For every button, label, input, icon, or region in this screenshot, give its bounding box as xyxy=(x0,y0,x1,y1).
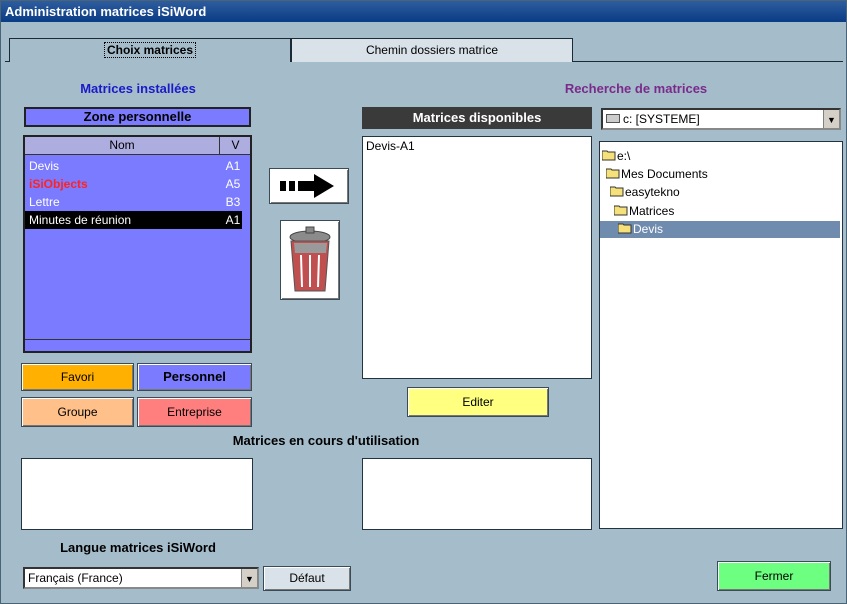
list-item[interactable]: Devis A1 xyxy=(25,157,250,175)
add-matrix-button[interactable] xyxy=(269,168,349,204)
list-item[interactable]: Lettre B3 xyxy=(25,193,250,211)
item-version: A1 xyxy=(225,159,241,173)
folder-open-icon xyxy=(618,223,632,234)
tree-label: Devis xyxy=(633,222,664,236)
app-window: Administration matrices iSiWord Choix ma… xyxy=(0,0,847,604)
tree-item[interactable]: Matrices xyxy=(614,203,674,220)
item-version: A5 xyxy=(225,177,241,191)
arrow-right-icon xyxy=(280,174,334,198)
zone-label: Zone personnelle xyxy=(24,107,251,127)
list-item[interactable]: iSiObjects A5 xyxy=(25,175,250,193)
personnel-button[interactable]: Personnel xyxy=(137,363,252,391)
editer-button[interactable]: Editer xyxy=(407,387,549,417)
search-heading: Recherche de matrices xyxy=(564,81,708,96)
default-button[interactable]: Défaut xyxy=(263,566,351,591)
favori-button[interactable]: Favori xyxy=(21,363,134,391)
language-heading: Langue matrices iSiWord xyxy=(60,540,216,555)
item-version: A1 xyxy=(225,213,241,227)
list-scrollbar[interactable] xyxy=(25,339,250,351)
drive-icon xyxy=(606,114,620,123)
tree-label: Matrices xyxy=(629,204,675,218)
tree-item[interactable]: e:\ xyxy=(602,148,630,165)
language-select[interactable]: Français (France) ▼ xyxy=(23,567,259,589)
tree-item[interactable]: Mes Documents xyxy=(606,166,708,183)
tree-label: e:\ xyxy=(617,149,631,163)
window-title: Administration matrices iSiWord xyxy=(1,1,846,22)
item-version: B3 xyxy=(225,195,241,209)
folder-open-icon xyxy=(602,150,616,161)
drive-value: c: [SYSTEME] xyxy=(623,112,700,126)
list-item-selected[interactable]: Minutes de réunion A1 xyxy=(25,211,242,229)
tree-item[interactable]: easytekno xyxy=(610,184,680,201)
item-name: iSiObjects xyxy=(29,177,88,191)
item-name: Minutes de réunion xyxy=(29,213,132,227)
entreprise-button[interactable]: Entreprise xyxy=(137,397,252,427)
in-use-list-right[interactable] xyxy=(362,458,592,530)
tab-choix-matrices[interactable]: Choix matrices xyxy=(9,38,291,62)
fermer-button[interactable]: Fermer xyxy=(717,561,831,591)
trash-icon xyxy=(289,226,331,292)
chevron-down-icon[interactable]: ▼ xyxy=(823,110,839,128)
folder-open-icon xyxy=(610,186,624,197)
in-use-list-left[interactable] xyxy=(21,458,253,530)
column-name[interactable]: Nom xyxy=(25,137,220,154)
installed-heading: Matrices installées xyxy=(80,81,196,96)
groupe-button[interactable]: Groupe xyxy=(21,397,134,427)
tree-label: Mes Documents xyxy=(621,167,708,181)
item-name: Devis xyxy=(29,159,60,173)
item-name: Lettre xyxy=(29,195,60,209)
folder-open-icon xyxy=(606,168,620,179)
available-list[interactable]: Devis-A1 xyxy=(362,136,592,379)
tree-item-selected[interactable]: Devis xyxy=(600,221,840,238)
folder-tree[interactable]: e:\ Mes Documents easytekno Matrices Dev… xyxy=(599,141,843,529)
installed-list[interactable]: Nom V Devis A1 iSiObjects A5 Lettre B3 M… xyxy=(23,135,252,353)
tab-choix-matrices-label: Choix matrices xyxy=(103,42,197,58)
list-header: Nom V xyxy=(25,137,250,155)
list-item[interactable]: Devis-A1 xyxy=(366,139,415,153)
column-version[interactable]: V xyxy=(221,137,250,154)
tab-chemin-label: Chemin dossiers matrice xyxy=(365,43,499,57)
chevron-down-icon[interactable]: ▼ xyxy=(241,569,257,587)
drive-select[interactable]: c: [SYSTEME] ▼ xyxy=(601,108,841,130)
in-use-heading: Matrices en cours d'utilisation xyxy=(232,433,420,448)
delete-matrix-button[interactable] xyxy=(280,220,340,300)
tree-label: easytekno xyxy=(625,185,680,199)
tab-chemin-dossiers[interactable]: Chemin dossiers matrice xyxy=(291,38,573,62)
available-heading: Matrices disponibles xyxy=(362,107,592,129)
language-value: Français (France) xyxy=(28,571,123,585)
folder-open-icon xyxy=(614,205,628,216)
